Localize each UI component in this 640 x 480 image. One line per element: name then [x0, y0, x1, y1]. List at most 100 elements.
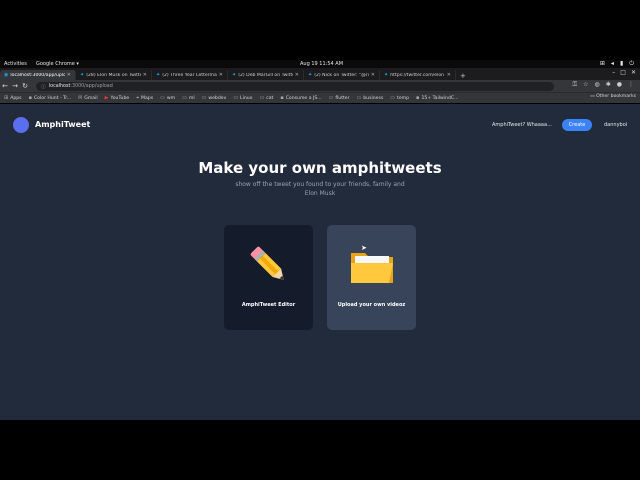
tab-title: localhost:3000/app/upload	[10, 72, 64, 78]
bookmark-item[interactable]: ▪ Consume a JS...	[280, 95, 321, 101]
browser-tab[interactable]: ◉ localhost:3000/app/upload ✕	[0, 70, 76, 80]
editor-card[interactable]: AmphiTweet Editor	[224, 225, 313, 330]
bookmark-label: business	[363, 95, 384, 101]
new-tab-icon[interactable]: +	[456, 72, 470, 80]
browser-tab[interactable]: ✦ (2) Nick on Twitter: "@rich ✕	[304, 70, 380, 80]
folder-icon: ▭	[201, 95, 207, 101]
forward-icon[interactable]: →	[10, 82, 20, 90]
gmail-icon: ✉	[78, 95, 83, 101]
close-tab-icon[interactable]: ✕	[219, 72, 223, 78]
tab-title: (2) Three Year Letterman	[162, 72, 217, 78]
bookmark-item[interactable]: ✉ Gmail	[78, 95, 98, 101]
browser-tab[interactable]: ✦ (28) Elon Musk on Twitter ✕	[76, 70, 152, 80]
page-subtitle: show off the tweet you found to your fri…	[235, 181, 405, 197]
bookmark-label: Color Hunt - Tr...	[33, 95, 72, 101]
about-link[interactable]: AmphiTweet? Whaaaa...	[492, 122, 552, 128]
browser-tab[interactable]: ✦ (2) Three Year Letterman ✕	[152, 70, 228, 80]
upload-card[interactable]: Upload your own videoz	[327, 225, 416, 330]
twitter-icon: ✦	[80, 72, 85, 78]
activities-button[interactable]: Activities	[4, 61, 27, 67]
bookmark-folder[interactable]: ▭ business	[357, 95, 384, 101]
upload-card-label: Upload your own videoz	[337, 302, 406, 308]
other-bookmarks-label: Other bookmarks	[596, 94, 636, 99]
bookmark-label: YouTube	[110, 95, 130, 101]
bookmark-item[interactable]: ▪ 15+ TailwindC...	[416, 95, 458, 101]
bookmark-folder[interactable]: ▭ Linux	[233, 95, 252, 101]
bookmark-folder[interactable]: ▭ flutter	[329, 95, 350, 101]
window-controls: – □ ✕	[612, 69, 636, 76]
bookmark-label: Apps	[10, 95, 22, 101]
mouse-cursor-icon: ➤	[361, 244, 367, 252]
volume-icon: ◂	[610, 60, 614, 67]
close-tab-icon[interactable]: ✕	[295, 72, 299, 78]
profile-icon[interactable]: ●	[617, 81, 622, 89]
tab-strip: ◉ localhost:3000/app/upload ✕ ✦ (28) Elo…	[0, 68, 640, 80]
bookmark-item[interactable]: ▶ YouTube	[105, 95, 130, 101]
bookmark-item[interactable]: ⌖ Maps	[136, 95, 153, 101]
system-clock[interactable]: Aug 19 11:54 AM	[300, 61, 343, 67]
bookmark-label: 15+ TailwindC...	[421, 95, 459, 101]
twitter-icon: ✦	[232, 72, 237, 78]
reload-icon[interactable]: ↻	[20, 82, 30, 90]
info-icon[interactable]: ⓘ	[41, 83, 46, 90]
folder-icon: ▭	[233, 95, 239, 101]
create-button[interactable]: Create	[562, 119, 592, 131]
puzzle-icon[interactable]: ✱	[606, 81, 611, 89]
twitter-icon: ✦	[384, 72, 389, 78]
address-bar[interactable]: ⓘ localhost:3000/app/upload	[36, 82, 554, 91]
bookmark-item[interactable]: ▪ Color Hunt - Tr...	[29, 95, 71, 101]
logo-icon[interactable]	[13, 117, 29, 133]
bookmark-folder[interactable]: ▭ cat	[259, 95, 273, 101]
key-icon[interactable]: ⚿	[573, 81, 578, 89]
back-icon[interactable]: ←	[0, 82, 10, 90]
bookmark-icon: ▪	[416, 95, 420, 101]
bookmark-folder[interactable]: ▭ wm	[160, 95, 175, 101]
maximize-icon[interactable]: □	[620, 69, 626, 76]
bookmark-label: webdev	[208, 95, 227, 101]
bookmark-label: Gmail	[84, 95, 98, 101]
system-tray[interactable]: ⊞ ◂ ▮ ⏻	[600, 60, 634, 68]
bookmark-folder[interactable]: ▭ webdev	[202, 95, 227, 101]
power-icon: ⏻	[629, 60, 634, 67]
minimize-icon[interactable]: –	[612, 69, 615, 76]
bookmark-label: temp	[397, 95, 410, 101]
app-menu[interactable]: Google Chrome ▾	[36, 61, 79, 67]
extension-icon[interactable]: ◍	[594, 81, 599, 89]
close-tab-icon[interactable]: ✕	[371, 72, 375, 78]
url-host: localhost	[48, 84, 71, 89]
page-title: Make your own amphitweets	[198, 159, 442, 177]
folder-icon: ▭	[356, 95, 362, 101]
pencil-icon	[250, 246, 284, 280]
folder-icon: ▭	[259, 95, 265, 101]
tab-title: (2) Nick on Twitter: "@rich	[314, 72, 369, 78]
twitter-icon: ✦	[156, 72, 161, 78]
close-tab-icon[interactable]: ✕	[67, 72, 71, 78]
browser-tab[interactable]: ✦ (2) Deb MarGill on Twitter ✕	[228, 70, 304, 80]
app-page: AmphiTweet AmphiTweet? Whaaaa... Create …	[0, 104, 640, 420]
url-path: :3000/app/upload	[70, 84, 113, 89]
brand-name[interactable]: AmphiTweet	[35, 120, 90, 129]
bookmark-label: cat	[266, 95, 274, 101]
bookmarks-bar: ⊞ Apps ▪ Color Hunt - Tr... ✉ Gmail ▶ YouTub…	[0, 92, 640, 103]
bookmark-item[interactable]: ⊞ Apps	[4, 95, 22, 101]
close-tab-icon[interactable]: ✕	[447, 72, 451, 78]
extension-bar: ⚿ ☆ ◍ ✱ ● ⋮	[573, 81, 635, 89]
close-window-icon[interactable]: ✕	[631, 69, 636, 76]
folder-icon: ▭	[160, 95, 165, 101]
bookmark-icon: ▪	[28, 95, 32, 101]
star-icon[interactable]: ☆	[583, 81, 588, 89]
folder-icon: ▭	[328, 95, 334, 101]
browser-tab[interactable]: ✦ https://twitter.com/elon ✕	[380, 70, 456, 80]
bookmark-icon: ▪	[280, 95, 284, 101]
battery-icon: ▮	[619, 60, 624, 67]
page-icon: ◉	[4, 72, 9, 78]
bookmark-folder[interactable]: ▭ temp	[390, 95, 409, 101]
twitter-icon: ✦	[308, 72, 313, 78]
menu-icon[interactable]: ⋮	[628, 81, 634, 89]
close-tab-icon[interactable]: ✕	[143, 72, 147, 78]
user-menu[interactable]: dannyboi	[604, 122, 627, 128]
bookmark-folder[interactable]: ▭ ml	[182, 95, 195, 101]
apps-icon: ⊞	[4, 95, 9, 101]
other-bookmarks[interactable]: ▭ Other bookmarks	[590, 94, 636, 99]
tab-title: (2) Deb MarGill on Twitter	[238, 72, 293, 78]
